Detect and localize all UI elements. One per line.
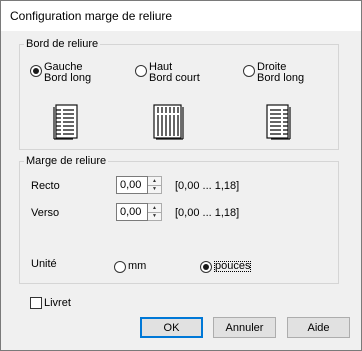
radio-circle[interactable] [200, 261, 212, 273]
recto-label: Recto [31, 180, 60, 192]
verso-label: Verso [31, 207, 60, 219]
binding-margin-group: Marge de reliure [19, 155, 339, 284]
radio-right-long-edge[interactable]: Droite Bord long [243, 62, 304, 84]
binding-margin-legend: Marge de reliure [26, 155, 107, 167]
radio-top-short-edge[interactable]: Haut Bord court [135, 62, 200, 84]
radio-unit-inches[interactable]: pouces [200, 258, 252, 273]
recto-input[interactable]: 0,00 [116, 176, 148, 194]
radio-label: Gauche Bord long [44, 61, 92, 84]
verso-range: [0,00 ... 1,18] [175, 207, 240, 219]
recto-spin-buttons[interactable]: ▲ ▼ [148, 176, 162, 194]
binding-edge-legend: Bord de reliure [26, 38, 99, 50]
title-bar[interactable]: Configuration marge de reliure [1, 1, 361, 31]
radio-label: mm [128, 260, 147, 272]
verso-spin-buttons[interactable]: ▲ ▼ [148, 203, 162, 221]
radio-circle[interactable] [114, 261, 126, 273]
radio-circle[interactable] [135, 65, 147, 77]
spin-up-icon[interactable]: ▲ [148, 204, 161, 213]
checkbox-box[interactable] [30, 297, 42, 309]
top-bound-document-icon [153, 104, 184, 140]
spin-up-icon[interactable]: ▲ [148, 177, 161, 186]
cancel-button[interactable]: Annuler [213, 317, 276, 338]
booklet-label: Livret [44, 297, 71, 309]
dialog-window: Configuration marge de reliure Bord de r… [0, 0, 362, 351]
ok-button[interactable]: OK [140, 317, 203, 338]
radio-label: Haut Bord court [149, 61, 200, 84]
help-button[interactable]: Aide [287, 317, 350, 338]
recto-spinner[interactable]: 0,00 ▲ ▼ [116, 176, 162, 194]
radio-unit-mm[interactable]: mm [114, 258, 146, 273]
radio-circle[interactable] [243, 65, 255, 77]
verso-input[interactable]: 0,00 [116, 203, 148, 221]
recto-range: [0,00 ... 1,18] [175, 180, 240, 192]
window-title: Configuration marge de reliure [10, 9, 173, 23]
booklet-checkbox[interactable]: Livret [30, 297, 71, 309]
spin-down-icon[interactable]: ▼ [148, 186, 161, 194]
right-bound-document-icon [266, 104, 291, 140]
spin-down-icon[interactable]: ▼ [148, 213, 161, 221]
verso-spinner[interactable]: 0,00 ▲ ▼ [116, 203, 162, 221]
radio-left-long-edge[interactable]: Gauche Bord long [30, 62, 91, 84]
radio-label: pouces [214, 260, 252, 272]
unit-label: Unité [31, 258, 57, 270]
radio-circle[interactable] [30, 65, 42, 77]
radio-label: Droite Bord long [257, 61, 305, 84]
left-bound-document-icon [53, 104, 78, 140]
